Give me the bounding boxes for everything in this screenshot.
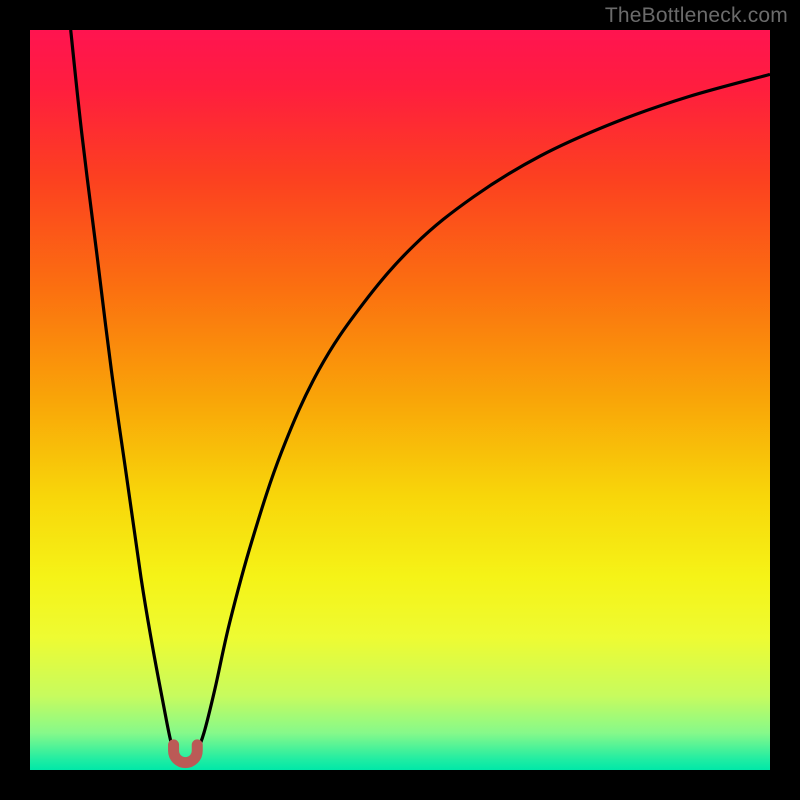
plot-area <box>30 30 770 770</box>
plot-svg <box>30 30 770 770</box>
chart-frame: TheBottleneck.com <box>0 0 800 800</box>
watermark-text: TheBottleneck.com <box>605 4 788 28</box>
gradient-background <box>30 30 770 770</box>
